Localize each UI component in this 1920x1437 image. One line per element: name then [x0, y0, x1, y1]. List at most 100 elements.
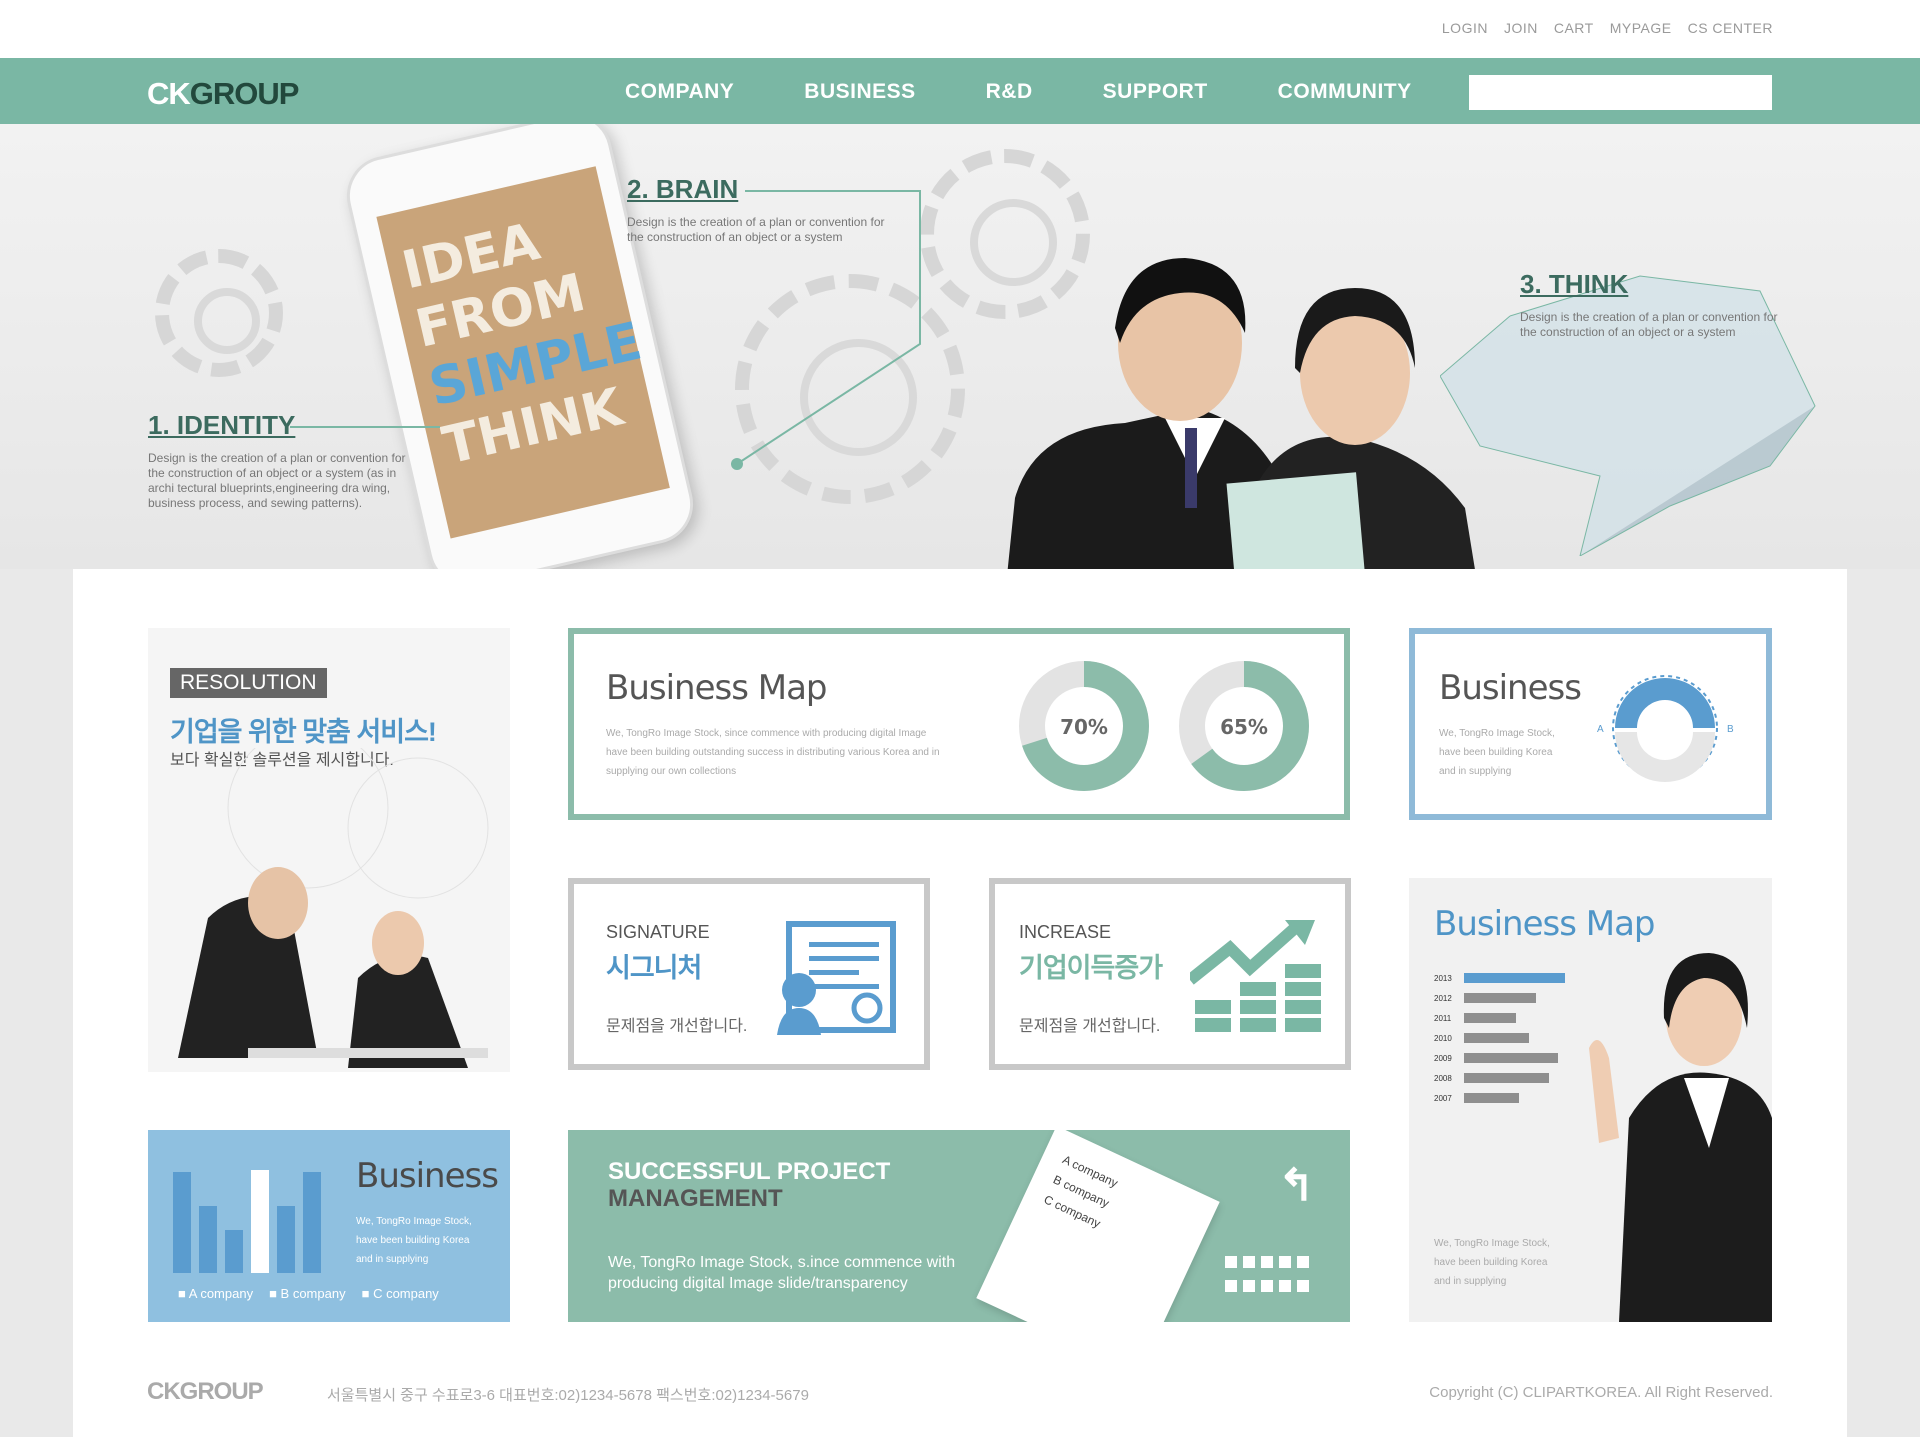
- logo[interactable]: CKGROUP: [147, 76, 299, 112]
- year-bar: [1464, 1053, 1558, 1063]
- signature-ko: 시그니처: [606, 953, 702, 983]
- year-label: 2008: [1434, 1073, 1452, 1083]
- business-map-text: We, TongRo Image Stock, since commence w…: [606, 728, 940, 777]
- bar: [251, 1169, 269, 1273]
- mypage-link[interactable]: MYPAGE: [1610, 20, 1672, 36]
- bar: [199, 1205, 217, 1273]
- increase-en: INCREASE: [1019, 922, 1112, 942]
- label-a: A: [1597, 724, 1604, 735]
- year-label: 2009: [1434, 1053, 1452, 1063]
- year-label: 2012: [1434, 993, 1452, 1003]
- donut-chart-70: 70%: [1019, 661, 1149, 791]
- logo-ck: CK: [147, 76, 191, 111]
- business-map-card-2[interactable]: Business Map 2013 2012 2011 2010 2009 2008 200…: [1409, 878, 1772, 1322]
- bar-chart-card[interactable]: Business We, TongRo Image Stock, have be…: [148, 1130, 510, 1322]
- year-bar: [1464, 993, 1536, 1003]
- year-bar: [1464, 1093, 1519, 1103]
- people-icons: [1225, 1256, 1309, 1292]
- legend-c-label: C company: [373, 1286, 439, 1301]
- certificate-icon: [777, 921, 896, 1035]
- project-title-1: SUCCESSFUL PROJECT: [608, 1158, 891, 1185]
- footer: CKGROUP 서울특별시 중구 수표로3-6 대표번호:02)1234-567…: [147, 1378, 1773, 1408]
- legend-a: ■ A company: [178, 1286, 254, 1301]
- increase-desc: 문제점을 개선합니다.: [1019, 1018, 1161, 1035]
- year-label: 2007: [1434, 1093, 1452, 1103]
- businesswoman-photo: [1589, 953, 1772, 1322]
- business-card-title: Business: [1439, 668, 1582, 708]
- year-bar-chart: 2013 2012 2011 2010 2009 2008 2007: [1434, 968, 1594, 1108]
- year-bar: [1464, 973, 1566, 983]
- cs-center-link[interactable]: CS CENTER: [1688, 20, 1773, 36]
- year-bar-row: 2012: [1434, 988, 1594, 1008]
- project-document: A company B company C company: [976, 1130, 1220, 1322]
- project-card[interactable]: SUCCESSFUL PROJECT MANAGEMENT We, TongRo…: [568, 1130, 1350, 1322]
- bar-legend: ■ A company ■ B company ■ C company: [178, 1286, 439, 1301]
- business-card-text: We, TongRo Image Stock, have been buildi…: [1439, 728, 1555, 777]
- business-card[interactable]: Business We, TongRo Image Stock, have be…: [1409, 628, 1772, 820]
- join-link[interactable]: JOIN: [1504, 20, 1538, 36]
- increase-ko: 기업이득증가: [1019, 953, 1163, 983]
- menu: COMPANY BUSINESS R&D SUPPORT COMMUNITY: [625, 80, 1482, 104]
- footer-copyright: Copyright (C) CLIPARTKOREA. All Right Re…: [1429, 1384, 1773, 1401]
- year-bar-row: 2013: [1434, 968, 1594, 988]
- signature-card[interactable]: SIGNATURE 시그니처 문제점을 개선합니다.: [568, 878, 930, 1070]
- bar: [173, 1172, 191, 1273]
- year-bar: [1464, 1013, 1516, 1023]
- menu-company[interactable]: COMPANY: [625, 80, 734, 104]
- project-title-2: MANAGEMENT: [608, 1185, 783, 1212]
- donut-chart-65: 65%: [1179, 661, 1309, 791]
- business-map2-text: We, TongRo Image Stock, have been buildi…: [1434, 1238, 1550, 1287]
- year-bar-row: 2007: [1434, 1088, 1594, 1108]
- footer-logo: CKGROUP: [147, 1378, 264, 1405]
- legend-c: ■ C company: [361, 1286, 439, 1301]
- main-nav: CKGROUP COMPANY BUSINESS R&D SUPPORT COM…: [0, 58, 1920, 124]
- legend-b: ■ B company: [269, 1286, 346, 1301]
- menu-rnd[interactable]: R&D: [986, 80, 1033, 104]
- year-bar-row: 2008: [1434, 1068, 1594, 1088]
- year-label: 2011: [1434, 1013, 1452, 1023]
- think-title: 3. THINK: [1520, 269, 1629, 299]
- half-donut-chart: A B: [1597, 675, 1734, 782]
- think-text: Design is the creation of a plan or conv…: [1520, 310, 1778, 339]
- bar: [277, 1205, 295, 1273]
- year-label: 2010: [1434, 1033, 1452, 1043]
- growth-chart-icon: [1190, 920, 1321, 1032]
- cart-link[interactable]: CART: [1554, 20, 1594, 36]
- phone-screen: IDEA FROM SIMPLE THINK: [376, 166, 670, 539]
- search-input[interactable]: [1469, 75, 1772, 110]
- bar-card-text: We, TongRo Image Stock, have been buildi…: [356, 1216, 472, 1265]
- menu-support[interactable]: SUPPORT: [1103, 80, 1208, 104]
- resolution-headline: 기업을 위한 맞춤 서비스!: [170, 717, 437, 747]
- year-bar-row: 2011: [1434, 1008, 1594, 1028]
- resolution-tag: RESOLUTION: [170, 668, 327, 698]
- gear-icon: [155, 249, 283, 377]
- identity-text: Design is the creation of a plan or conv…: [148, 451, 406, 510]
- resolution-card[interactable]: RESOLUTION 기업을 위한 맞춤 서비스! 보다 확실한 솔루션을 제시…: [148, 628, 510, 1072]
- bar-chart: [173, 1158, 333, 1273]
- year-bar: [1464, 1033, 1529, 1043]
- bar: [303, 1172, 321, 1273]
- connector-line: [290, 426, 440, 428]
- business-map-card[interactable]: Business Map We, TongRo Image Stock, sin…: [568, 628, 1350, 820]
- increase-card[interactable]: INCREASE 기업이득증가 문제점을 개선합니다.: [989, 878, 1351, 1070]
- menu-business[interactable]: BUSINESS: [804, 80, 915, 104]
- think-callout: 3. THINK Design is the creation of a pla…: [1520, 269, 1780, 340]
- utility-bar: LOGIN JOIN CART MYPAGE CS CENTER: [0, 0, 1920, 58]
- brain-connector: [731, 190, 921, 470]
- legend-a-label: A company: [188, 1286, 254, 1301]
- login-link[interactable]: LOGIN: [1442, 20, 1488, 36]
- utility-nav: LOGIN JOIN CART MYPAGE CS CENTER: [1442, 20, 1773, 36]
- menu-community[interactable]: COMMUNITY: [1278, 80, 1412, 104]
- year-bar: [1464, 1073, 1549, 1083]
- donut-label-70: 70%: [1060, 715, 1108, 739]
- business-map-title: Business Map: [606, 668, 827, 708]
- footer-address: 서울특별시 중구 수표로3-6 대표번호:02)1234-5678 팩스번호:0…: [327, 1387, 809, 1404]
- return-arrow-icon[interactable]: ↰: [1278, 1160, 1315, 1211]
- legend-b-label: B company: [280, 1286, 346, 1301]
- signature-en: SIGNATURE: [606, 922, 710, 942]
- business-meeting-photo: [178, 748, 489, 1068]
- hero-banner: IDEA FROM SIMPLE THINK 1. IDENTITY Desig…: [0, 124, 1920, 569]
- year-bar-row: 2009: [1434, 1048, 1594, 1068]
- label-b: B: [1727, 724, 1734, 735]
- signature-desc: 문제점을 개선합니다.: [606, 1018, 748, 1035]
